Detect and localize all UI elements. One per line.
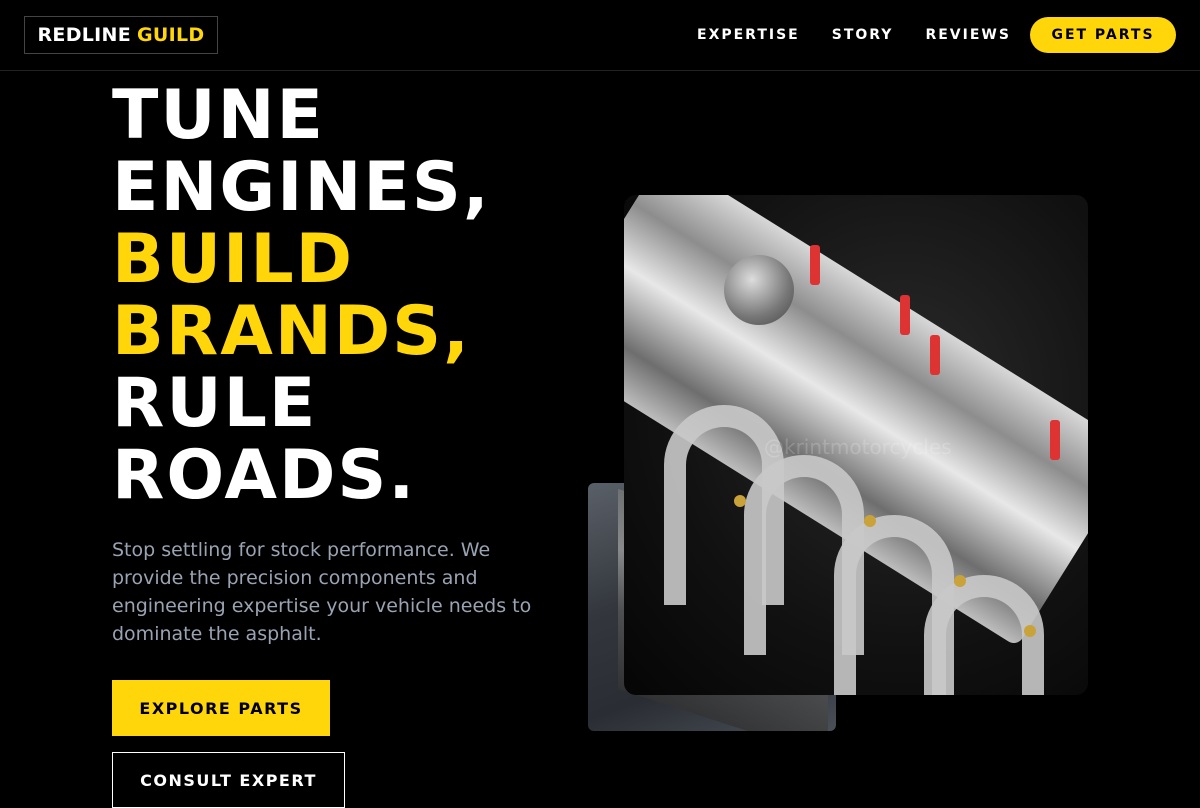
get-parts-button[interactable]: GET PARTS	[1030, 17, 1176, 53]
hero-title-line: ROADS.	[112, 436, 417, 515]
photo-watermark: @krintmotorcycles	[764, 435, 952, 459]
explore-parts-button[interactable]: EXPLORE PARTS	[112, 680, 330, 736]
hero-title-highlight: BRANDS,	[112, 292, 471, 371]
nav-link-expertise[interactable]: EXPERTISE	[697, 27, 800, 43]
top-navigation: REDLINE GUILD EXPERTISE STORY REVIEWS GE…	[0, 0, 1200, 71]
oil-cap-icon	[724, 255, 794, 325]
nav-link-reviews[interactable]: REVIEWS	[925, 27, 1010, 43]
nav-link-story[interactable]: STORY	[832, 27, 894, 43]
hero-title-highlight: BUILD	[112, 220, 355, 299]
hero-title-line: ENGINES,	[112, 148, 491, 227]
hero-title-line: TUNE	[112, 76, 325, 155]
hero-title: TUNE ENGINES, BUILD BRANDS, RULE ROADS.	[112, 80, 582, 512]
nav-links: EXPERTISE STORY REVIEWS	[697, 0, 1043, 70]
brand-logo-primary: REDLINE	[37, 24, 132, 46]
brand-logo[interactable]: REDLINE GUILD	[24, 16, 218, 54]
brand-logo-accent: GUILD	[137, 24, 205, 46]
hero-title-line: RULE	[112, 364, 318, 443]
hero-description: Stop settling for stock performance. We …	[112, 539, 532, 645]
engine-photo-icon: @krintmotorcycles	[624, 195, 1088, 695]
